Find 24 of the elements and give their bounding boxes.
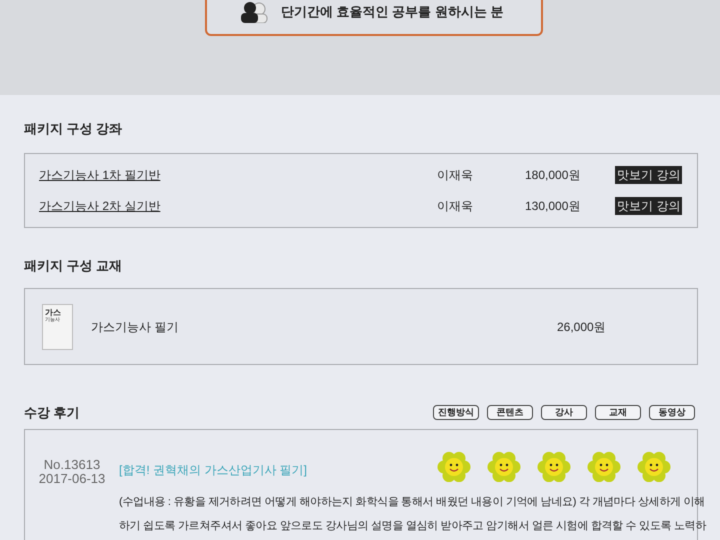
teacher-name: 이재욱 — [437, 198, 474, 215]
review-date: 2017-06-13 — [38, 472, 106, 486]
section-title: 수강 후기 — [24, 404, 80, 422]
section-title: 패키지 구성 강좌 — [24, 120, 122, 138]
review-text: (수업내용 : 유황을 제거하려면 어떻게 해야하는지 화학식을 통해서 배웠던 내용이 기억에 남네요) 각 개념마다 상세하게 이해 — [119, 494, 705, 510]
cover-title: 가스 — [45, 308, 62, 316]
filter-button[interactable]: 교재 — [595, 405, 641, 420]
teacher-name: 이재욱 — [437, 167, 474, 184]
filter-button[interactable]: 강사 — [541, 405, 587, 420]
price-text: 180,000원 — [525, 167, 582, 184]
course-link[interactable]: 가스기능사 1차 필기반 — [39, 166, 437, 184]
filter-button[interactable]: 진행방식 — [433, 405, 479, 420]
price-text: 130,000원 — [525, 198, 582, 215]
preview-button[interactable]: 맛보기 강의 — [615, 166, 682, 184]
section-title: 패키지 구성 교재 — [24, 257, 122, 275]
course-link[interactable]: 가스기능사 2차 실기반 — [39, 197, 437, 215]
price-text: 26,000원 — [557, 318, 606, 336]
review-number: No.13613 — [44, 458, 100, 472]
book-title: 가스기능사 필기 — [91, 318, 180, 336]
banner-text: 단기간에 효율적인 공부를 원하시는 분 — [281, 3, 504, 22]
filter-button[interactable]: 동영상 — [649, 405, 695, 420]
filter-button[interactable]: 콘텐츠 — [487, 405, 533, 420]
review-text: 하기 쉽도록 가르쳐주셔서 좋아요 앞으로도 강사님의 설명을 열심히 받아주고 암기해서 얼른 시험에 합격할 수 있도록 노력하 — [119, 518, 706, 534]
preview-button[interactable]: 맛보기 강의 — [615, 197, 682, 215]
